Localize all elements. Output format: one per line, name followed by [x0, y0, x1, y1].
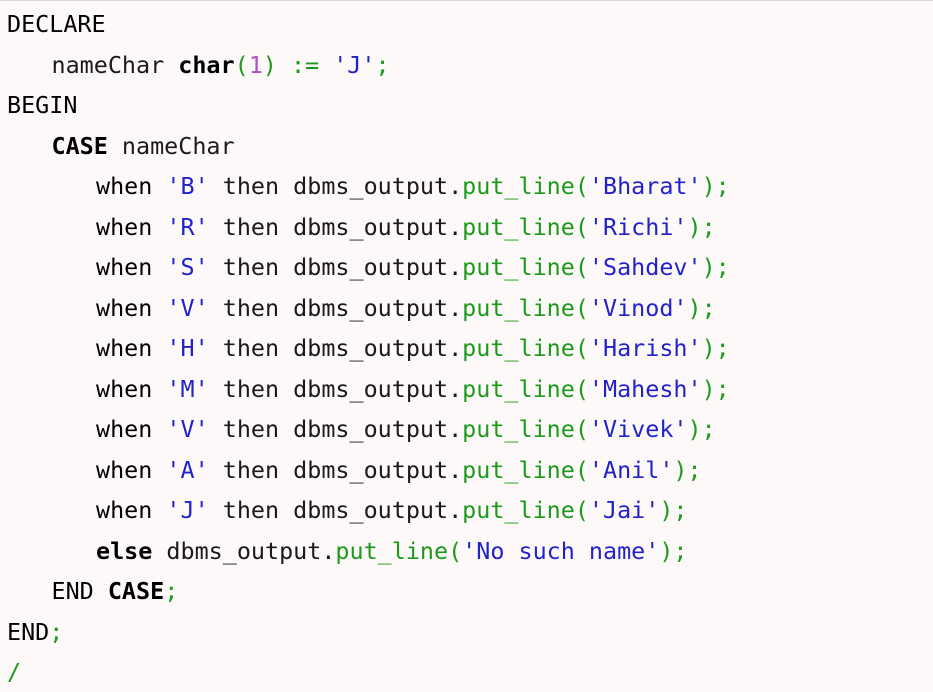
code-token-fn: put_line(	[462, 374, 589, 403]
code-line: when 'B' then dbms_output.put_line('Bhar…	[96, 166, 730, 206]
code-token-kw: when	[96, 172, 167, 200]
code-token-op: ) :=	[262, 50, 334, 79]
code-line: BEGIN	[7, 85, 77, 125]
code-token-kw: when	[96, 374, 167, 403]
code-token-str: 'Harish'	[588, 334, 702, 362]
code-token-str: 'J'	[333, 50, 376, 79]
code-token-str: 'Anil'	[588, 455, 674, 484]
code-token-num: 1	[248, 50, 263, 79]
code-token-punct: );	[687, 293, 716, 322]
code-token-str: 'Richi'	[588, 212, 688, 241]
code-token-plain: then dbms_output.	[208, 415, 463, 443]
code-token-kwb: char	[178, 50, 235, 79]
code-line: when 'M' then dbms_output.put_line('Mahe…	[96, 369, 730, 409]
code-token-punct: );	[687, 415, 716, 443]
code-token-plain: then dbms_output.	[208, 293, 463, 322]
code-token-fn: put_line(	[462, 455, 589, 484]
code-token-kwb: CASE	[51, 131, 108, 160]
code-line: else dbms_output.put_line('No such name'…	[96, 531, 688, 571]
code-token-str: 'Bharat'	[588, 172, 702, 200]
code-token-plain: then dbms_output.	[208, 212, 463, 241]
code-token-kwb: else	[96, 536, 153, 565]
code-token-punct: ;	[375, 50, 390, 79]
code-token-str: 'V'	[166, 415, 209, 443]
code-token-plain: then dbms_output.	[208, 172, 463, 200]
code-token-kw: when	[96, 334, 167, 362]
code-token-kw: when	[96, 253, 167, 281]
code-token-punct: );	[701, 172, 730, 200]
code-editor[interactable]: DECLARE nameChar char(1) := 'J'; BEGIN CASE…	[0, 0, 933, 688]
code-token-kw: when	[96, 293, 167, 322]
code-token-str: 'A'	[166, 455, 209, 484]
code-line: END CASE;	[52, 571, 179, 611]
code-token-fn: put_line(	[335, 536, 463, 565]
code-token-str: 'Sahdev'	[588, 253, 702, 281]
code-line: when 'H' then dbms_output.put_line('Hari…	[96, 328, 730, 368]
code-token-punct: );	[701, 253, 730, 281]
code-line: END;	[7, 612, 63, 652]
code-line: when 'V' then dbms_output.put_line('Vive…	[96, 409, 716, 449]
code-token-str: 'Mahesh'	[588, 374, 702, 403]
code-token-str: 'No such name'	[462, 536, 660, 565]
code-token-fn: put_line(	[462, 496, 589, 524]
code-token-str: 'Jai'	[588, 496, 660, 524]
code-token-plain: then dbms_output.	[208, 253, 463, 281]
code-token-str: 'M'	[166, 374, 209, 403]
code-token-plain: then dbms_output.	[208, 334, 463, 362]
code-line: when 'S' then dbms_output.put_line('Sahd…	[96, 247, 730, 287]
code-token-kw: when	[96, 455, 167, 484]
code-token-punct: (	[234, 50, 249, 79]
code-token-punct: ;	[164, 577, 179, 605]
code-line: when 'A' then dbms_output.put_line('Anil…	[96, 450, 702, 490]
code-token-fn: put_line(	[462, 293, 589, 322]
code-token-plain: then dbms_output.	[208, 496, 463, 524]
code-token-str: 'H'	[166, 334, 209, 362]
code-token-fn: put_line(	[462, 253, 589, 281]
code-token-kwb: CASE	[107, 577, 165, 605]
code-token-fn: put_line(	[462, 334, 589, 362]
code-token-plain: nameChar	[107, 131, 235, 160]
code-token-str: 'B'	[166, 172, 209, 200]
code-token-kw: DECLARE	[7, 10, 106, 38]
code-token-str: 'J'	[166, 496, 209, 524]
code-line: nameChar char(1) := 'J';	[52, 45, 390, 85]
code-line: when 'J' then dbms_output.put_line('Jai'…	[96, 490, 688, 530]
code-token-fn: put_line(	[462, 212, 589, 241]
code-token-kw: when	[96, 415, 167, 443]
code-token-plain: then dbms_output.	[208, 374, 463, 403]
code-token-str: 'S'	[166, 253, 209, 281]
code-token-fn: /	[7, 658, 22, 686]
code-token-plain: dbms_output.	[152, 536, 336, 565]
code-token-punct: ;	[49, 617, 64, 646]
code-token-fn: put_line(	[462, 415, 589, 443]
code-token-punct: );	[673, 455, 702, 484]
code-token-str: 'Vinod'	[588, 293, 688, 322]
code-line: when 'V' then dbms_output.put_line('Vino…	[96, 288, 716, 328]
code-token-kw: END	[51, 577, 108, 605]
code-token-kw: END	[7, 617, 50, 646]
code-line: DECLARE	[7, 4, 106, 44]
code-token-kw: BEGIN	[7, 91, 78, 119]
code-line: CASE nameChar	[52, 126, 235, 166]
code-token-str: 'R'	[166, 212, 209, 241]
code-token-kw: when	[96, 212, 167, 241]
code-token-punct: );	[687, 212, 716, 241]
code-token-str: 'Vivek'	[588, 415, 688, 443]
code-line: when 'R' then dbms_output.put_line('Rich…	[96, 207, 716, 247]
code-token-plain: then dbms_output.	[208, 455, 463, 484]
code-token-fn: put_line(	[462, 172, 589, 200]
code-token-punct: );	[701, 334, 730, 362]
code-line: /	[7, 652, 21, 692]
code-token-kw: when	[96, 496, 167, 524]
code-token-plain: nameChar	[51, 50, 179, 79]
code-token-punct: );	[701, 374, 730, 403]
code-token-punct: );	[659, 496, 688, 524]
code-token-punct: );	[659, 536, 688, 565]
code-token-str: 'V'	[166, 293, 209, 322]
